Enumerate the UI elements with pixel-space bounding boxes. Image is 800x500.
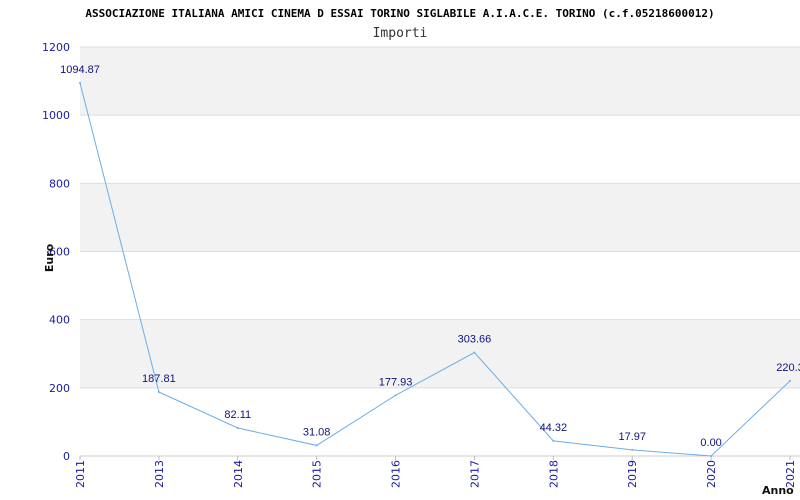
x-tick-label: 2020 — [705, 460, 718, 488]
data-label: 187.81 — [142, 373, 176, 385]
x-axis-label: Anno — [762, 484, 794, 497]
y-tick-label: 400 — [49, 314, 70, 327]
grid-bands — [80, 47, 800, 388]
x-tick-label: 2013 — [153, 460, 166, 488]
data-label: 31.08 — [303, 426, 331, 438]
data-label: 1094.87 — [60, 64, 100, 76]
series-lines — [79, 81, 791, 457]
data-labels: 1094.87 187.81 82.11 31.08 177.93 303.66 44.32… — [60, 64, 800, 449]
grid-band — [80, 319, 800, 388]
x-tick-label: 2015 — [311, 460, 324, 488]
data-label: 44.32 — [540, 422, 568, 434]
data-label: 0.00 — [700, 437, 721, 449]
data-point — [236, 427, 239, 430]
x-tick-label: 2011 — [74, 460, 87, 488]
data-point — [315, 444, 318, 447]
grid-band — [80, 47, 800, 116]
x-tick-label: 2017 — [468, 460, 481, 488]
data-point — [631, 448, 634, 451]
x-axis-ticks: 2011 2013 2014 2015 2016 2017 2018 2019 2020 2021 — [74, 456, 797, 488]
data-point — [79, 81, 81, 84]
y-tick-label: 1200 — [42, 41, 70, 54]
chart-subtitle: Importi — [373, 26, 428, 41]
chart: ASSOCIAZIONE ITALIANA AMICI CINEMA D ESS… — [42, 7, 800, 497]
data-point — [789, 379, 791, 382]
data-label: 220.3 — [776, 362, 800, 374]
y-tick-label: 800 — [49, 177, 70, 190]
y-tick-label: 200 — [49, 382, 70, 395]
data-label: 82.11 — [224, 409, 251, 421]
x-tick-label: 2019 — [626, 460, 639, 488]
data-label: 17.97 — [618, 431, 646, 443]
x-tick-label: 2014 — [232, 460, 245, 488]
y-tick-label: 0 — [63, 450, 70, 463]
data-label: 177.93 — [379, 376, 413, 388]
data-point — [473, 351, 476, 354]
y-axis-label: Euro — [43, 243, 56, 272]
data-point — [157, 390, 160, 393]
data-point — [394, 394, 397, 397]
x-tick-label: 2018 — [547, 460, 560, 488]
chart-title: ASSOCIAZIONE ITALIANA AMICI CINEMA D ESS… — [85, 7, 714, 20]
data-point — [710, 455, 713, 457]
x-tick-label: 2016 — [390, 460, 403, 488]
y-tick-label: 1000 — [42, 109, 70, 122]
data-label: 303.66 — [458, 334, 492, 346]
series-line — [79, 82, 791, 457]
data-point — [552, 439, 555, 442]
grid-band — [80, 183, 800, 252]
